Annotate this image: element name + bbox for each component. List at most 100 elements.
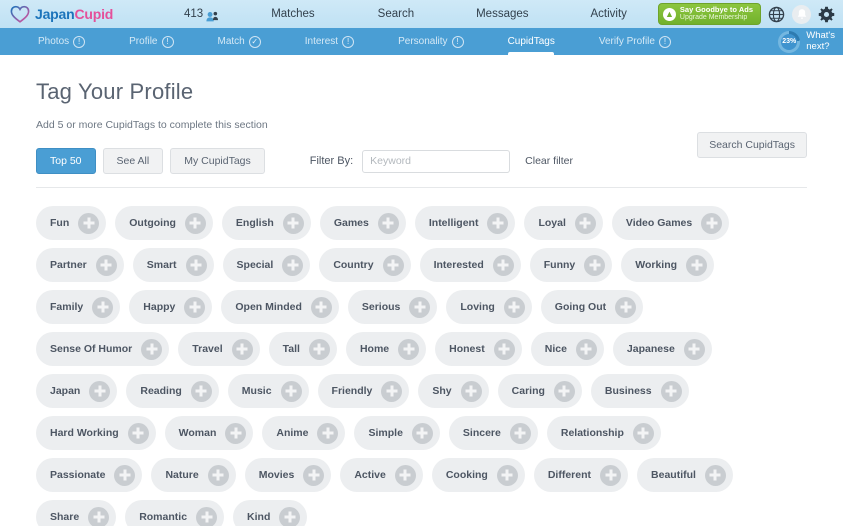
cupidtag-pill[interactable]: Nature: [151, 458, 236, 492]
add-tag-plus-icon[interactable]: [553, 380, 575, 402]
cupidtag-pill[interactable]: Romantic: [125, 500, 225, 526]
add-tag-plus-icon[interactable]: [381, 380, 403, 402]
subnav-item-interest[interactable]: Interest !: [305, 28, 355, 55]
whats-next-widget[interactable]: 23% What's next?: [778, 28, 835, 55]
cupidtag-pill[interactable]: Relationship: [546, 416, 661, 450]
cupidtag-pill[interactable]: Games: [319, 206, 406, 240]
cupidtag-pill[interactable]: Smart: [132, 248, 214, 282]
add-tag-plus-icon[interactable]: [584, 254, 606, 276]
add-tag-plus-icon[interactable]: [398, 338, 420, 360]
cupidtag-pill[interactable]: Music: [227, 374, 309, 408]
cupidtag-pill[interactable]: Share: [36, 500, 117, 526]
add-tag-plus-icon[interactable]: [460, 380, 482, 402]
add-tag-plus-icon[interactable]: [487, 212, 509, 234]
cupidtag-pill[interactable]: Different: [533, 458, 629, 492]
search-cupidtags-button[interactable]: Search CupidTags: [697, 132, 807, 158]
add-tag-plus-icon[interactable]: [89, 380, 111, 402]
add-tag-plus-icon[interactable]: [127, 422, 149, 444]
nav-item-messages[interactable]: Messages: [476, 8, 528, 20]
globe-icon[interactable]: [768, 6, 785, 23]
cupidtag-pill[interactable]: Cooking: [431, 458, 525, 492]
add-tag-plus-icon[interactable]: [279, 506, 301, 526]
add-tag-plus-icon[interactable]: [185, 254, 207, 276]
add-tag-plus-icon[interactable]: [409, 296, 431, 318]
cupidtag-pill[interactable]: Family: [36, 290, 121, 324]
add-tag-plus-icon[interactable]: [88, 506, 110, 526]
add-tag-plus-icon[interactable]: [411, 422, 433, 444]
cupidtag-pill[interactable]: English: [221, 206, 311, 240]
cupidtag-pill[interactable]: Special: [222, 248, 311, 282]
subnav-item-personality[interactable]: Personality !: [398, 28, 464, 55]
cupidtag-pill[interactable]: Active: [340, 458, 423, 492]
keyword-filter-input[interactable]: [362, 149, 511, 173]
nav-item-search[interactable]: Search: [378, 8, 414, 20]
upgrade-membership-button[interactable]: ▲ Say Goodbye to Ads Upgrade Membership: [657, 3, 761, 25]
cupidtag-pill[interactable]: Friendly: [317, 374, 410, 408]
add-tag-plus-icon[interactable]: [92, 296, 114, 318]
cupidtag-pill[interactable]: Beautiful: [637, 458, 733, 492]
add-tag-plus-icon[interactable]: [231, 338, 253, 360]
add-tag-plus-icon[interactable]: [509, 422, 531, 444]
add-tag-plus-icon[interactable]: [282, 212, 304, 234]
cupidtag-pill[interactable]: Passionate: [36, 458, 143, 492]
cupidtag-pill[interactable]: Going Out: [540, 290, 644, 324]
add-tag-plus-icon[interactable]: [632, 422, 654, 444]
tab-top-50[interactable]: Top 50: [36, 148, 96, 174]
cupidtag-pill[interactable]: Travel: [178, 332, 260, 366]
bell-icon[interactable]: [792, 4, 811, 24]
add-tag-plus-icon[interactable]: [492, 254, 514, 276]
site-logo[interactable]: JapanCupid: [0, 5, 180, 23]
cupidtag-pill[interactable]: Fun: [36, 206, 107, 240]
cupidtag-pill[interactable]: Business: [590, 374, 689, 408]
add-tag-plus-icon[interactable]: [308, 338, 330, 360]
cupidtag-pill[interactable]: Anime: [262, 416, 346, 450]
add-tag-plus-icon[interactable]: [184, 212, 206, 234]
add-tag-plus-icon[interactable]: [382, 254, 404, 276]
add-tag-plus-icon[interactable]: [701, 212, 723, 234]
cupidtag-pill[interactable]: Home: [345, 332, 427, 366]
add-tag-plus-icon[interactable]: [683, 338, 705, 360]
add-tag-plus-icon[interactable]: [615, 296, 637, 318]
add-tag-plus-icon[interactable]: [493, 338, 515, 360]
tab-see-all[interactable]: See All: [102, 148, 164, 174]
add-tag-plus-icon[interactable]: [574, 212, 596, 234]
add-tag-plus-icon[interactable]: [575, 338, 597, 360]
cupidtag-pill[interactable]: Outgoing: [115, 206, 213, 240]
add-tag-plus-icon[interactable]: [394, 464, 416, 486]
add-tag-plus-icon[interactable]: [196, 506, 218, 526]
add-tag-plus-icon[interactable]: [184, 296, 206, 318]
online-visitor-count[interactable]: 413: [184, 8, 219, 21]
cupidtag-pill[interactable]: Partner: [36, 248, 124, 282]
subnav-item-verify-profile[interactable]: Verify Profile !: [599, 28, 671, 55]
add-tag-plus-icon[interactable]: [317, 422, 339, 444]
add-tag-plus-icon[interactable]: [303, 464, 325, 486]
cupidtag-pill[interactable]: Nice: [530, 332, 604, 366]
cupidtag-pill[interactable]: Tall: [268, 332, 337, 366]
cupidtag-pill[interactable]: Working: [621, 248, 715, 282]
cupidtag-pill[interactable]: Funny: [529, 248, 613, 282]
cupidtag-pill[interactable]: Movies: [244, 458, 332, 492]
cupidtag-pill[interactable]: Video Games: [611, 206, 730, 240]
subnav-item-photos[interactable]: Photos !: [38, 28, 86, 55]
subnav-item-profile[interactable]: Profile !: [129, 28, 174, 55]
add-tag-plus-icon[interactable]: [282, 254, 304, 276]
subnav-item-cupidtags[interactable]: CupidTags: [508, 28, 555, 55]
add-tag-plus-icon[interactable]: [377, 212, 399, 234]
add-tag-plus-icon[interactable]: [503, 296, 525, 318]
subnav-item-match[interactable]: Match ✓: [218, 28, 261, 55]
add-tag-plus-icon[interactable]: [686, 254, 708, 276]
add-tag-plus-icon[interactable]: [225, 422, 247, 444]
cupidtag-pill[interactable]: Japan: [36, 374, 118, 408]
add-tag-plus-icon[interactable]: [78, 212, 100, 234]
add-tag-plus-icon[interactable]: [141, 338, 163, 360]
cupidtag-pill[interactable]: Sense Of Humor: [36, 332, 170, 366]
cupidtag-pill[interactable]: Open Minded: [221, 290, 339, 324]
add-tag-plus-icon[interactable]: [660, 380, 682, 402]
cupidtag-pill[interactable]: Reading: [126, 374, 219, 408]
add-tag-plus-icon[interactable]: [280, 380, 302, 402]
add-tag-plus-icon[interactable]: [114, 464, 136, 486]
tab-my-cupidtags[interactable]: My CupidTags: [170, 148, 265, 174]
cupidtag-pill[interactable]: Serious: [347, 290, 438, 324]
cupidtag-pill[interactable]: Happy: [129, 290, 213, 324]
cupidtag-pill[interactable]: Japanese: [612, 332, 712, 366]
